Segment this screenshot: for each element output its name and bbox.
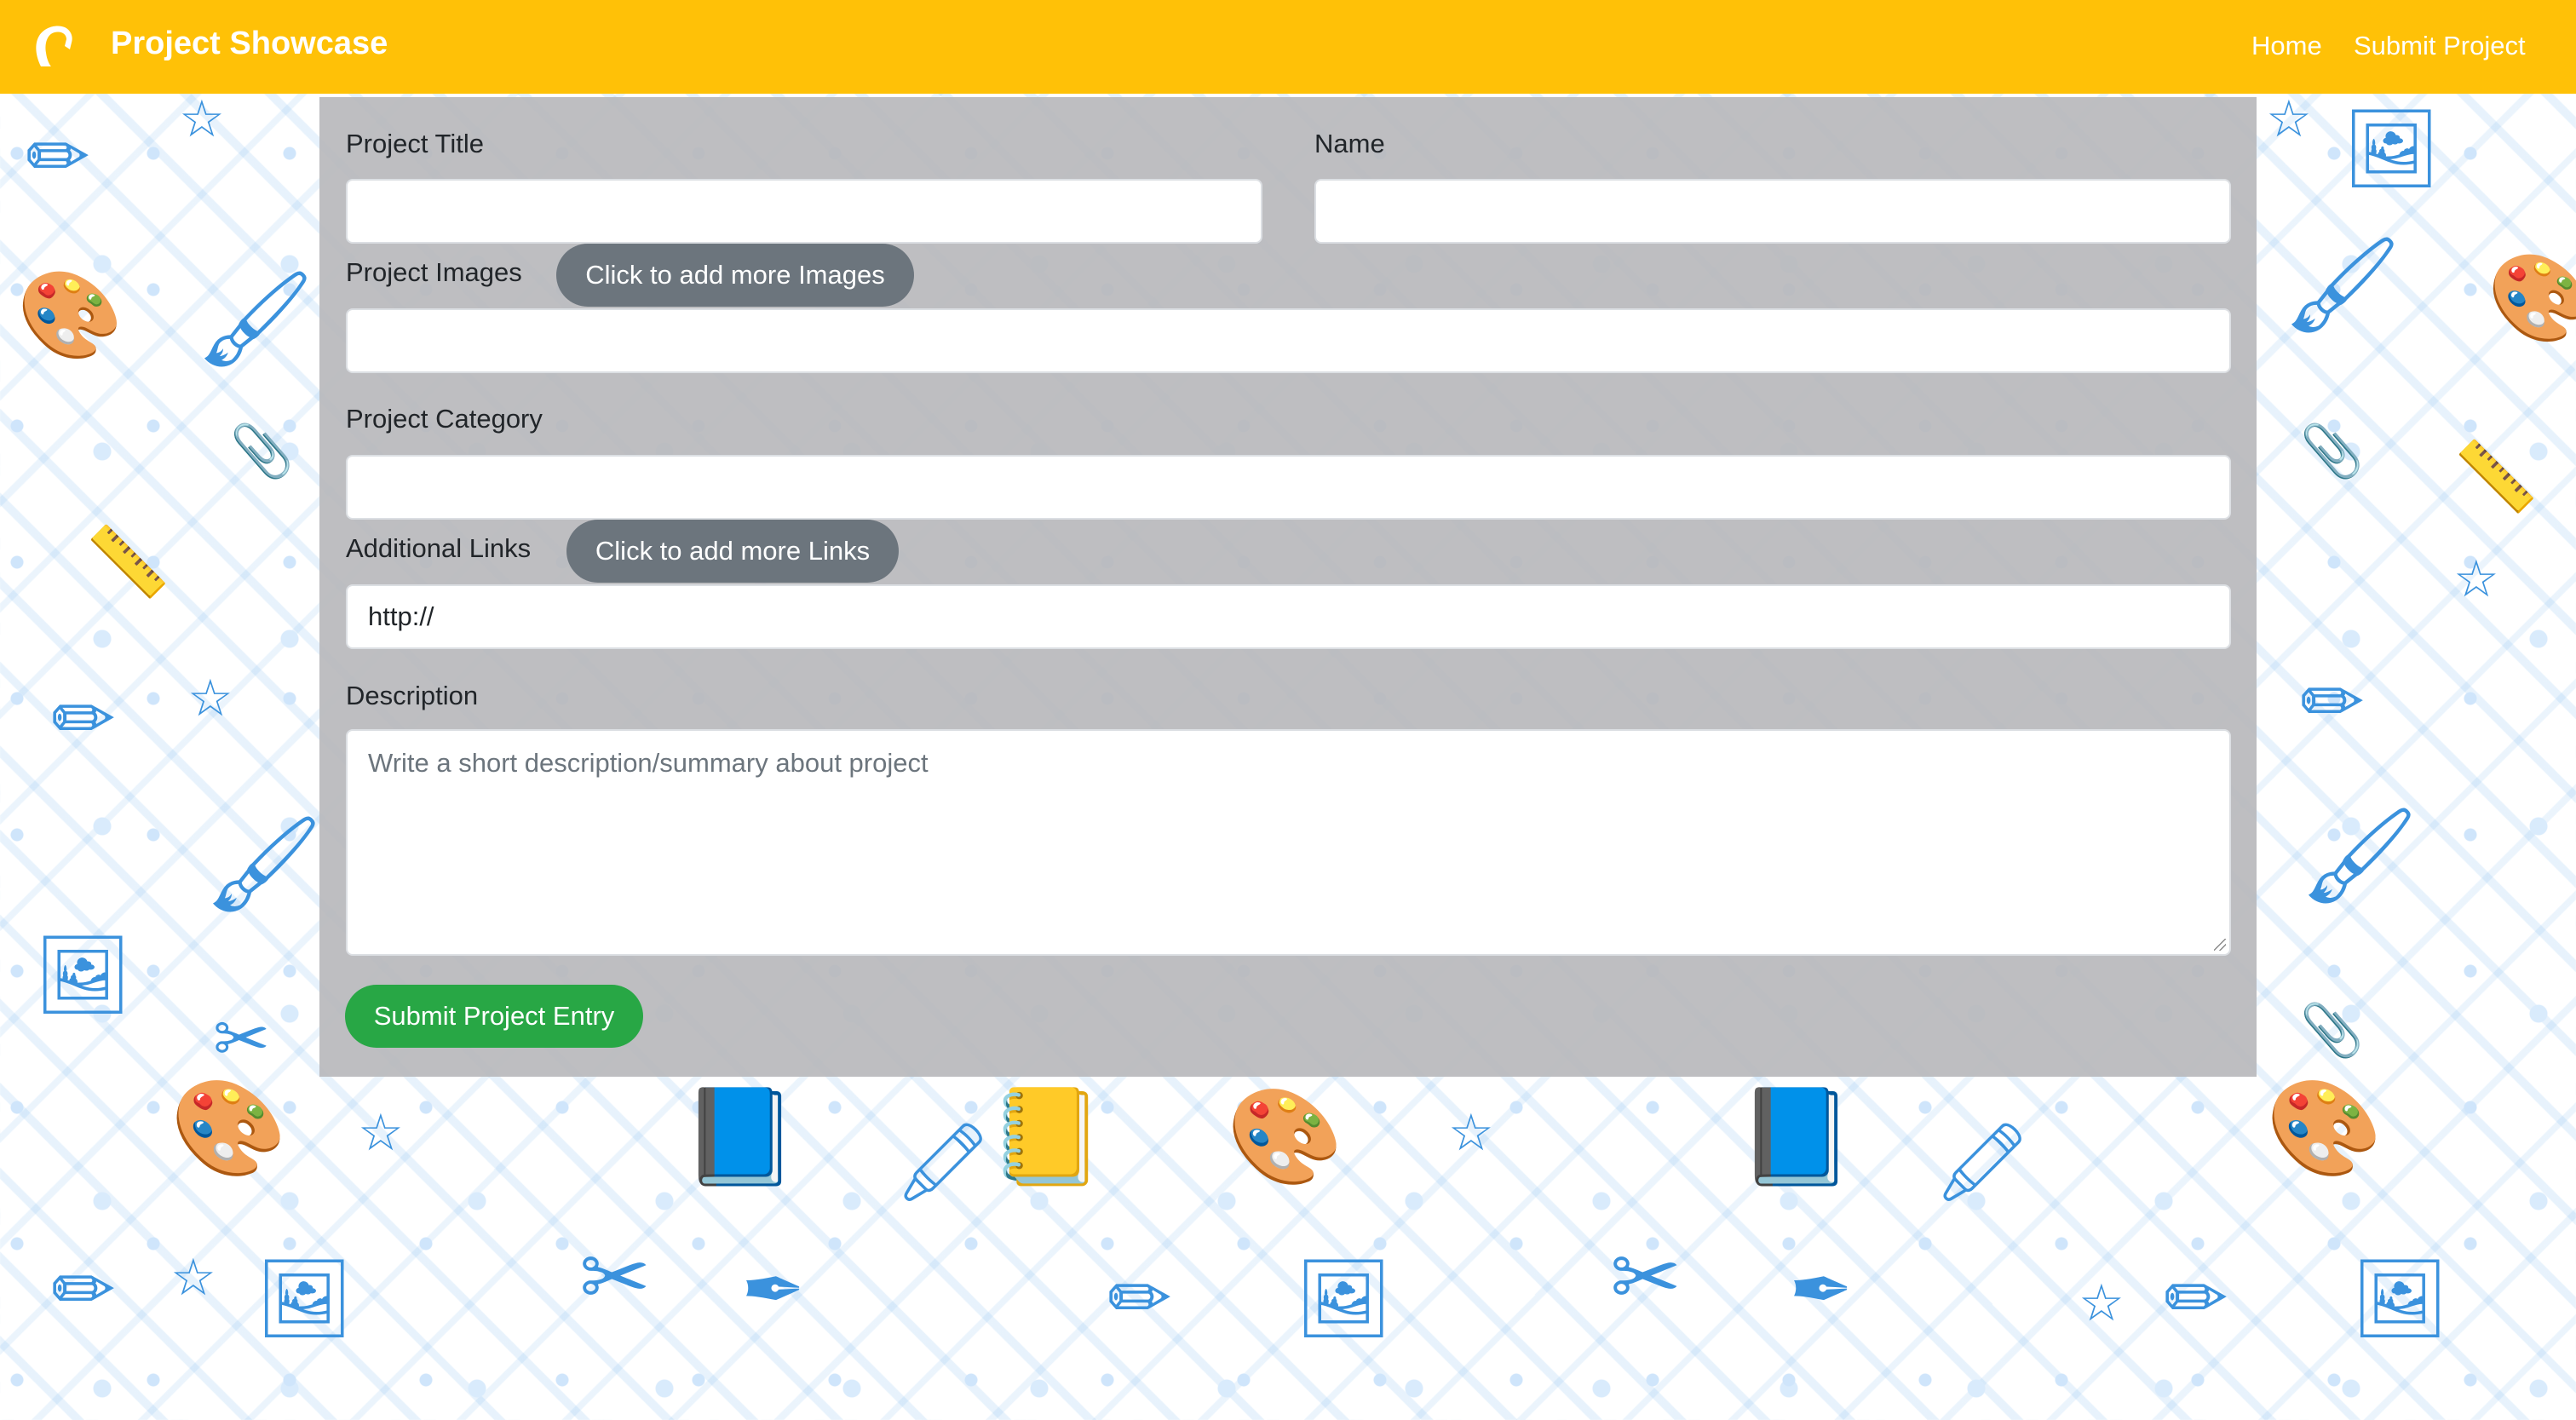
star-icon: ☆ [2266, 90, 2312, 147]
nav-link-submit-project[interactable]: Submit Project [2354, 31, 2526, 61]
project-form: Project Title Name Project Images Click … [319, 97, 2257, 1077]
brush-icon: 🖌 [196, 267, 315, 371]
star-icon: ☆ [2453, 550, 2499, 607]
palette-icon: 🎨 [1227, 1084, 1343, 1189]
palette-icon: 🎨 [17, 267, 124, 363]
brush-icon: 🖌 [2283, 233, 2402, 337]
pencil-icon: ✏ [1107, 1256, 1172, 1342]
paperclip-icon: 📎 [230, 423, 294, 480]
palette-icon: 🎨 [170, 1076, 287, 1181]
pencil-icon: ✏ [51, 1248, 116, 1333]
project-title-label: Project Title [346, 129, 484, 158]
frame-icon: 🖼 [2343, 106, 2441, 192]
add-images-button[interactable]: Click to add more Images [556, 244, 914, 307]
star-icon: ☆ [1448, 1104, 1494, 1161]
ruler-icon: 📏 [85, 524, 170, 600]
frame-icon: 🖼 [1295, 1256, 1393, 1342]
description-label: Description [346, 681, 479, 710]
navbar: Project Showcase Home Submit Project [0, 0, 2576, 94]
star-icon: ☆ [170, 1249, 216, 1306]
star-icon: ☆ [2079, 1274, 2125, 1331]
horse-logo-icon[interactable] [32, 24, 75, 68]
crayon-icon: 🖍 [894, 1120, 992, 1205]
paperclip-icon: 📎 [2300, 423, 2364, 480]
pencil-icon: ✏ [2300, 660, 2365, 745]
pencil-icon: ✏ [26, 115, 90, 200]
notepad-icon: 📒 [988, 1084, 1105, 1189]
brush-icon: 🖌 [2300, 803, 2419, 908]
frame-icon: 🖼 [256, 1256, 354, 1342]
book-icon: 📘 [681, 1084, 798, 1189]
ruler-icon: 📏 [2453, 439, 2539, 515]
project-title-input[interactable] [346, 179, 1262, 244]
pencil-icon: ✏ [51, 677, 116, 762]
brush-icon: 🖌 [204, 812, 324, 917]
name-label: Name [1314, 129, 1385, 158]
resize-grip-icon[interactable] [2214, 939, 2226, 951]
book-icon: 📘 [1738, 1084, 1854, 1189]
scissors-icon: ✂ [579, 1230, 651, 1325]
additional-links-value: http:// [368, 601, 434, 631]
project-images-input[interactable] [346, 308, 2231, 373]
description-placeholder: Write a short description/summary about … [368, 748, 929, 778]
project-images-label: Project Images [346, 257, 522, 287]
name-input[interactable] [1314, 179, 2231, 244]
scissors-icon: ✂ [1610, 1230, 1682, 1325]
brand-title[interactable]: Project Showcase [111, 26, 388, 62]
description-textarea[interactable]: Write a short description/summary about … [346, 729, 2231, 956]
crayon-icon: 🖍 [1934, 1120, 2032, 1205]
additional-links-input[interactable]: http:// [346, 584, 2231, 649]
frame-icon: 🖼 [2351, 1256, 2449, 1342]
pen-icon: ✒ [741, 1248, 806, 1333]
star-icon: ☆ [358, 1104, 404, 1161]
project-category-label: Project Category [346, 404, 543, 434]
scissors-icon: ✂ [213, 1001, 271, 1077]
star-icon: ☆ [187, 670, 233, 727]
star-icon: ☆ [179, 90, 225, 147]
submit-project-button[interactable]: Submit Project Entry [345, 985, 643, 1048]
nav-link-home[interactable]: Home [2251, 31, 2322, 61]
pen-icon: ✒ [1789, 1248, 1854, 1333]
paperclip-icon: 📎 [2300, 1002, 2364, 1059]
add-links-button[interactable]: Click to add more Links [566, 520, 899, 583]
easel-icon: 🖼 [34, 933, 132, 1018]
palette-icon: 🎨 [2487, 250, 2576, 346]
palette-icon: 🎨 [2266, 1076, 2383, 1181]
pencil-icon: ✏ [2164, 1256, 2228, 1342]
project-category-input[interactable] [346, 455, 2231, 520]
additional-links-label: Additional Links [346, 533, 532, 563]
